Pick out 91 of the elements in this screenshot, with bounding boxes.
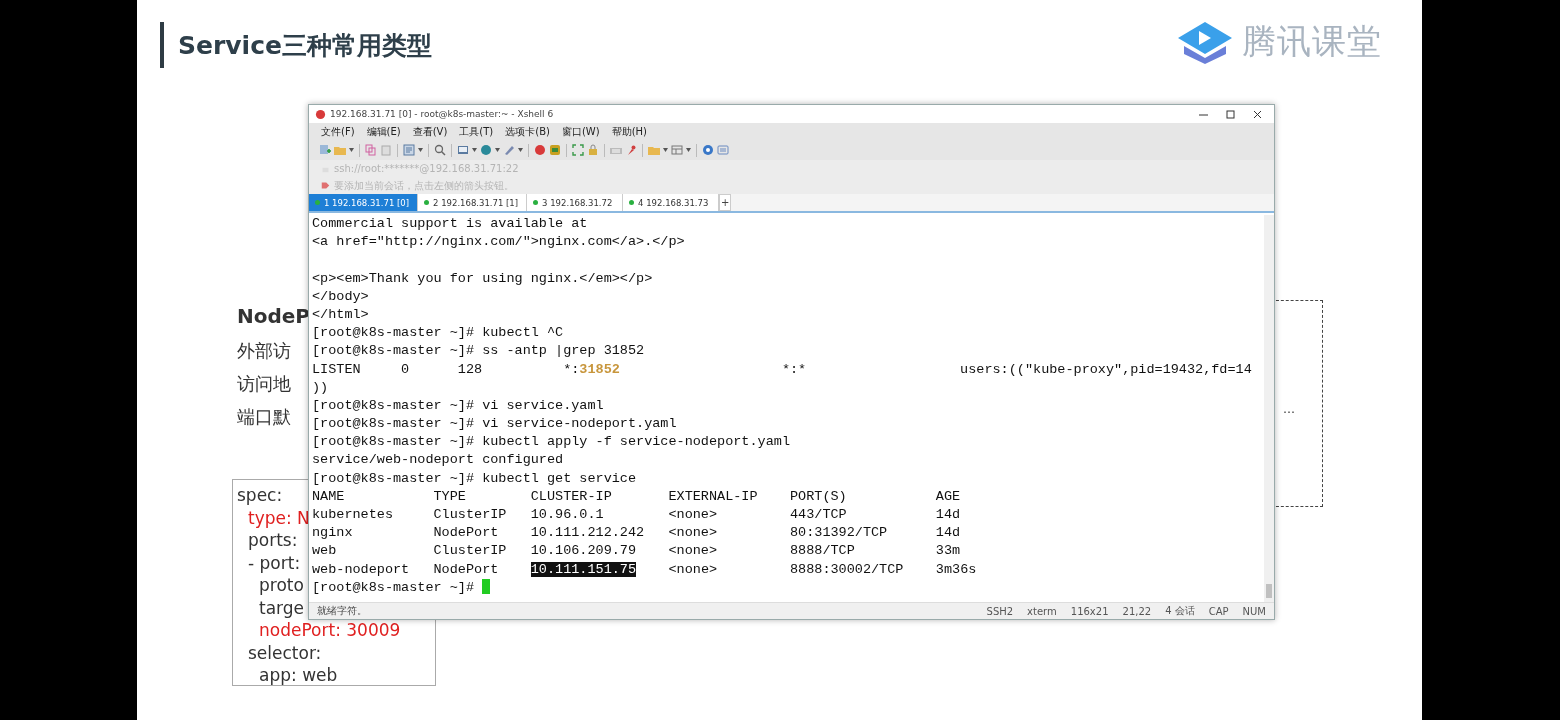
- menu-item[interactable]: 查看(V): [412, 124, 448, 139]
- status-item: NUM: [1242, 605, 1266, 617]
- terminal-icon[interactable]: [457, 144, 469, 156]
- code-line: nodePort: 30009: [259, 619, 401, 642]
- code-line: type: N: [248, 506, 310, 529]
- menu-item[interactable]: 编辑(E): [366, 124, 401, 139]
- terminal-line: NAME TYPE CLUSTER-IP EXTERNAL-IP PORT(S) AGE: [312, 488, 961, 504]
- scrollbar[interactable]: [1264, 215, 1274, 602]
- terminal-line: web ClusterIP 10.106.209.79 <none> 8888/TCP 33m: [312, 543, 961, 559]
- maximize-icon[interactable]: [1226, 109, 1235, 119]
- terminal-line: <a href="http://nginx.com/">nginx.com</a>.</p>: [312, 234, 685, 250]
- bullet-text: 端口默: [237, 405, 291, 427]
- search-icon[interactable]: [434, 144, 446, 156]
- code-line: ports:: [248, 529, 298, 552]
- caret-icon[interactable]: [472, 148, 477, 152]
- code-line: - port:: [248, 551, 301, 574]
- selected-text: 10.111.151.75: [530, 561, 637, 577]
- session-tab[interactable]: 3 192.168.31.72: [527, 194, 624, 211]
- terminal-line: [root@k8s-master ~]# ss -antp |grep 31852: [312, 343, 645, 359]
- session-tab[interactable]: 2 192.168.31.71 [1]: [418, 194, 528, 211]
- menu-item[interactable]: 窗口(W): [561, 124, 600, 139]
- pin-icon[interactable]: [625, 144, 637, 156]
- slide-title: Service三种常用类型: [178, 29, 432, 62]
- terminal-line: kubernetes ClusterIP 10.96.0.1 <none> 443/TCP 14d: [312, 507, 961, 522]
- bullet-text: 访问地: [237, 372, 291, 394]
- caret-icon[interactable]: [663, 148, 668, 152]
- terminal-prompt: [root@k8s-master ~]#: [312, 579, 475, 595]
- chat-icon[interactable]: [717, 144, 729, 156]
- status-item: 4 会话: [1165, 604, 1195, 618]
- session-tab[interactable]: 4 192.168.31.73: [623, 194, 720, 211]
- caret-icon[interactable]: [418, 148, 423, 152]
- globe-icon[interactable]: [480, 144, 492, 156]
- caret-icon[interactable]: [686, 148, 691, 152]
- bullet-text: 外部访: [237, 339, 291, 361]
- fullscreen-icon[interactable]: [572, 144, 584, 156]
- status-item: xterm: [1027, 605, 1057, 617]
- terminal-text: *:* users:(("kube-proxy",pid=19432,fd=14: [780, 361, 1252, 377]
- code-line: selector:: [248, 641, 322, 664]
- terminal-text: web-nodeport NodePort: [312, 561, 500, 577]
- code-line: app: web: [259, 664, 338, 687]
- code-line: targe: [259, 596, 305, 619]
- code-line: proto: [259, 574, 304, 597]
- copy-icon[interactable]: [365, 144, 377, 156]
- logo-text: 腾讯课堂: [1242, 20, 1382, 63]
- new-session-icon[interactable]: [319, 144, 331, 156]
- status-dot-icon: [533, 200, 539, 205]
- layout-icon[interactable]: [671, 144, 683, 156]
- terminal-line: <p><em>Thank you for using nginx.</em></p>: [312, 270, 653, 286]
- status-message: 就绪字符。: [317, 604, 367, 618]
- status-item: SSH2: [986, 605, 1014, 617]
- terminal-line: [root@k8s-master ~]# kubectl get service: [312, 470, 637, 486]
- session-tab[interactable]: 1 192.168.31.71 [0]: [309, 194, 419, 211]
- arrow-icon: [321, 181, 330, 190]
- help-icon[interactable]: [702, 144, 714, 156]
- caret-icon[interactable]: [495, 148, 500, 152]
- code-line: spec:: [237, 484, 283, 507]
- port-number: 31852: [579, 361, 620, 377]
- terminal-line: )): [312, 379, 329, 395]
- new-tab-button[interactable]: +: [719, 194, 732, 211]
- terminal-line: nginx NodePort 10.111.212.242 <none> 80:31392/TCP 14d: [312, 525, 961, 541]
- xshell-icon[interactable]: [534, 144, 546, 156]
- window-title: 192.168.31.71 [0] - root@k8s-master:~ - Xshell 6: [330, 109, 554, 119]
- terminal-line: [root@k8s-master ~]# vi service.yaml: [312, 397, 604, 413]
- status-item: CAP: [1208, 605, 1229, 617]
- status-dot-icon: [315, 200, 320, 205]
- terminal-line: [root@k8s-master ~]# kubectl apply -f service-nodeport.yaml: [312, 434, 790, 450]
- status-dot-icon: [424, 200, 430, 205]
- menu-item[interactable]: 选项卡(B): [505, 124, 550, 139]
- terminal-line: </html>: [312, 306, 369, 322]
- caret-icon[interactable]: [518, 148, 523, 152]
- caret-icon[interactable]: [349, 148, 354, 152]
- section-heading: NodeP: [237, 304, 311, 328]
- status-dot-icon: [629, 200, 635, 205]
- menu-item[interactable]: 工具(T): [459, 124, 494, 139]
- pen-icon[interactable]: [503, 144, 515, 156]
- terminal-line: [root@k8s-master ~]# vi service-nodeport.yaml: [312, 416, 677, 432]
- terminal-text: <none> 8888:30002/TCP 3m36s: [667, 561, 977, 577]
- status-item: 21,22: [1122, 605, 1152, 617]
- terminal-line: Commercial support is available at: [312, 216, 588, 231]
- menu-item[interactable]: 文件(F): [321, 124, 355, 139]
- app-icon: [315, 108, 326, 120]
- status-item: 116x21: [1070, 605, 1109, 617]
- terminal-line: </body>: [312, 288, 369, 304]
- terminal-line: service/web-nodeport configured: [312, 452, 564, 468]
- menu-item[interactable]: 帮助(H): [611, 124, 647, 139]
- xftp-icon[interactable]: [549, 144, 561, 156]
- terminal-text: LISTEN 0 128 *:: [312, 361, 580, 377]
- ellipsis-text: …: [1283, 402, 1295, 416]
- terminal-line: [root@k8s-master ~]# kubectl ^C: [312, 325, 564, 341]
- text-cursor: [482, 578, 491, 594]
- close-icon[interactable]: [1253, 109, 1262, 119]
